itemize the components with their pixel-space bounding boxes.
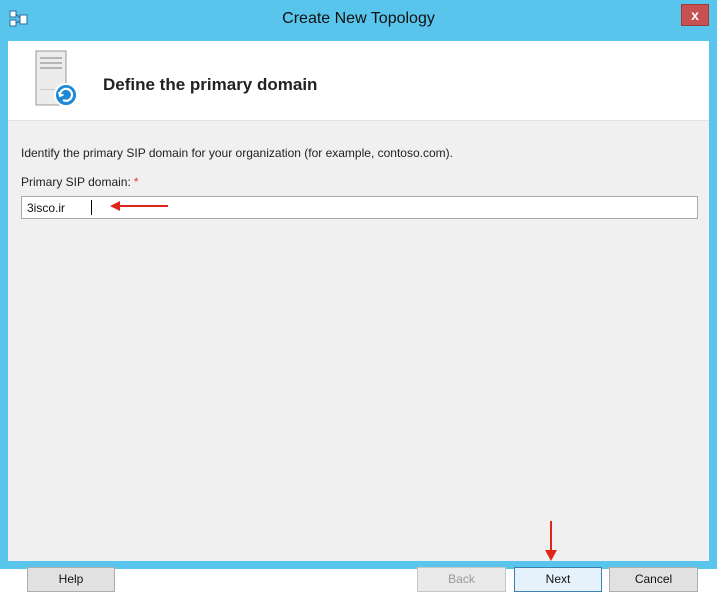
close-button[interactable]: x bbox=[681, 4, 709, 26]
wizard-header: Define the primary domain bbox=[8, 41, 709, 121]
field-label-text: Primary SIP domain: bbox=[21, 175, 131, 189]
dialog-content: Define the primary domain Identify the p… bbox=[8, 41, 709, 592]
page-title: Define the primary domain bbox=[103, 75, 318, 94]
server-refresh-icon bbox=[32, 49, 84, 113]
input-value: 3isco.ir bbox=[27, 201, 66, 215]
back-button[interactable]: Back bbox=[417, 567, 506, 592]
instruction-text: Identify the primary SIP domain for your… bbox=[21, 146, 453, 160]
dialog-window: Create New Topology x Define the primary… bbox=[0, 0, 717, 592]
annotation-arrow-left-icon bbox=[110, 201, 168, 211]
primary-sip-domain-label: Primary SIP domain: * bbox=[21, 175, 139, 189]
required-marker: * bbox=[133, 175, 139, 189]
window-title: Create New Topology bbox=[282, 10, 435, 27]
help-button[interactable]: Help bbox=[27, 567, 115, 592]
annotation-arrow-down-icon bbox=[545, 521, 557, 561]
wizard-body: Identify the primary SIP domain for your… bbox=[8, 121, 709, 592]
text-caret bbox=[91, 200, 92, 215]
title-bar[interactable]: Create New Topology x bbox=[0, 0, 717, 41]
next-button[interactable]: Next bbox=[514, 567, 602, 592]
cancel-button[interactable]: Cancel bbox=[609, 567, 698, 592]
